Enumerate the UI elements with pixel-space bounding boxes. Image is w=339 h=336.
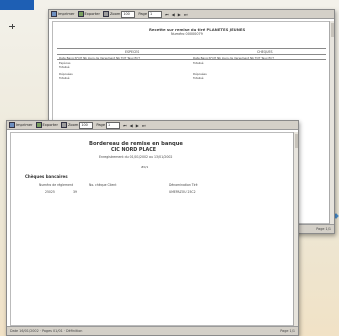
vertical-scrollbar[interactable] [329, 21, 334, 224]
section-title: Chèques bancaires [25, 174, 68, 179]
zoom-label: Zoom [67, 123, 79, 127]
report-preview-window-front: Imprimer Exporter Zoom 100 Page 1 ⏮ ◀ ▶ ⏭ … [6, 120, 299, 336]
section-especes: ESPECES [125, 49, 140, 54]
next-page-icon[interactable]: ▶ [136, 123, 139, 128]
page-control[interactable]: Page 1 [138, 10, 163, 18]
printer-icon [9, 122, 15, 128]
export-button[interactable]: Exporter [35, 122, 58, 128]
row-label: Totalisé [193, 76, 204, 80]
export-icon [77, 11, 84, 17]
divider [57, 48, 326, 49]
scroll-thumb[interactable] [330, 23, 334, 37]
last-page-icon[interactable]: ⏭ [142, 123, 146, 128]
column-header: Numéro de règlement [39, 183, 74, 187]
magnifier-icon [60, 122, 67, 128]
section-cheques: CHEQUES [257, 49, 273, 54]
preview-toolbar: Imprimer Exporter Zoom 100 Page 1 ⏮ ◀ ▶ ⏭ [7, 121, 298, 130]
first-page-icon[interactable]: ⏮ [123, 123, 127, 128]
table-cell: 25025 [45, 190, 55, 194]
print-button-label: Imprimer [16, 123, 33, 127]
export-icon [35, 122, 42, 128]
row-label: Totalisé [193, 61, 204, 65]
prev-page-icon[interactable]: ◀ [172, 12, 175, 17]
status-text: Date 16/01/2002 · Pages 01/01 · Définiti… [10, 329, 83, 333]
export-button[interactable]: Exporter [77, 11, 100, 17]
zoom-control[interactable]: Zoom 100 [60, 121, 94, 129]
print-button-label: Imprimer [58, 12, 75, 16]
page-indicator: Page 1/1 [316, 227, 331, 231]
vertical-scrollbar[interactable] [293, 132, 298, 326]
background-blue-tab [0, 0, 34, 10]
page-label: Page [138, 12, 148, 16]
magnifier-icon [102, 11, 109, 17]
table-cell: 39 [73, 190, 77, 194]
zoom-control[interactable]: Zoom 100 [102, 10, 136, 18]
next-page-icon[interactable]: ▶ [178, 12, 181, 17]
column-header: No. chèque Client [89, 183, 117, 187]
export-button-label: Exporter [42, 123, 58, 127]
report-title: Bordereau de remise en banque [89, 141, 183, 147]
page-input[interactable]: 1 [106, 121, 121, 129]
zoom-input[interactable]: 100 [79, 121, 94, 129]
divider [57, 59, 326, 60]
zoom-label: Zoom [109, 12, 121, 16]
report-page: Bordereau de remise en banque CIC NORD P… [10, 132, 295, 326]
report-subtitle: Numéro 00000079 [171, 32, 203, 36]
column-header: Dénomination Tiré [169, 183, 198, 187]
printer-icon [51, 11, 57, 17]
print-button[interactable]: Imprimer [51, 11, 75, 17]
date-range: Enregistrement du 01/01/2002 au 13/01/20… [99, 155, 173, 159]
background-decoration [9, 26, 15, 27]
status-bar: Date 16/01/2002 · Pages 01/01 · Définiti… [7, 326, 298, 335]
page-input[interactable]: 1 [148, 10, 163, 18]
zoom-input[interactable]: 100 [121, 10, 136, 18]
page-control[interactable]: Page 1 [96, 121, 121, 129]
page-marker: #0/1 [141, 165, 149, 169]
table-cell: UMEPAZOU 25C2 [169, 190, 196, 194]
page-label: Page [96, 123, 106, 127]
prev-page-icon[interactable]: ◀ [130, 123, 133, 128]
scroll-thumb[interactable] [294, 134, 298, 148]
preview-toolbar: Imprimer Exporter Zoom 100 Page 1 ⏮ ◀ ▶ ⏭ [49, 10, 334, 19]
page-indicator: Page 1/1 [280, 329, 295, 333]
first-page-icon[interactable]: ⏮ [165, 12, 169, 17]
last-page-icon[interactable]: ⏭ [184, 12, 188, 17]
print-button[interactable]: Imprimer [9, 122, 33, 128]
row-label: Totalisé [59, 76, 70, 80]
row-label: Totalisé [59, 65, 70, 69]
bank-name: CIC NORD PLACE [111, 148, 157, 153]
export-button-label: Exporter [84, 12, 100, 16]
